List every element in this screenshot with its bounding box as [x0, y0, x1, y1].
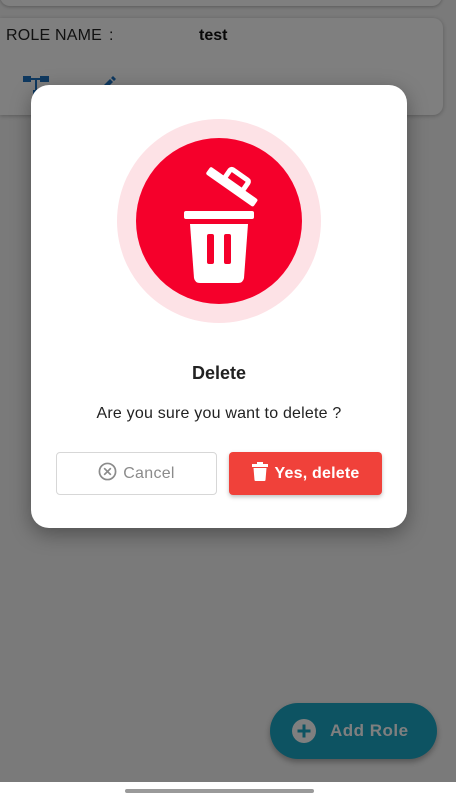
- trash-open-icon: [184, 166, 258, 283]
- confirm-delete-button[interactable]: Yes, delete: [229, 452, 382, 495]
- icon-disc: [136, 138, 302, 304]
- gesture-handle[interactable]: [125, 789, 314, 793]
- cancel-button[interactable]: Cancel: [56, 452, 217, 495]
- dialog-message: Are you sure you want to delete ?: [96, 405, 342, 422]
- dialog-title: Delete: [191, 363, 247, 383]
- confirm-delete-label: Yes, delete: [274, 464, 360, 482]
- system-navigation-bar: [0, 782, 456, 800]
- cancel-label: Cancel: [123, 464, 175, 482]
- icon-halo: [117, 119, 321, 323]
- close-circle-icon: [98, 462, 117, 486]
- trash-icon: [251, 461, 268, 486]
- delete-confirm-dialog: Delete Are you sure you want to delete ?…: [31, 85, 407, 528]
